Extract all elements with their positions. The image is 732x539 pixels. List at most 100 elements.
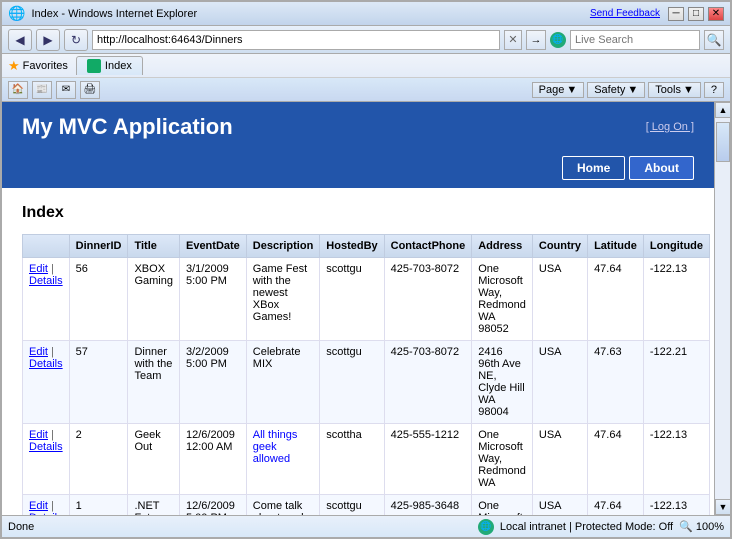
home-nav-button[interactable]: 🏠 <box>8 81 28 99</box>
scroll-down-button[interactable]: ▼ <box>715 499 730 515</box>
tools-menu-button[interactable]: Tools ▼ <box>648 82 701 98</box>
col-country: Country <box>532 235 587 258</box>
favorites-button[interactable]: ★ Favorites <box>8 58 68 74</box>
row-dinnerid: 2 <box>69 424 128 495</box>
table-row: Edit | Details 57 Dinner with the Team 3… <box>23 341 710 424</box>
safety-menu-button[interactable]: Safety ▼ <box>587 82 645 98</box>
edit-link[interactable]: Edit <box>29 346 48 358</box>
send-feedback-link[interactable]: Send Feedback <box>590 8 660 19</box>
table-row: Edit | Details 1 .NET Futures 12/6/2009 … <box>23 495 710 516</box>
minimize-button[interactable]: ─ <box>668 7 684 21</box>
search-button[interactable]: 🔍 <box>704 30 724 50</box>
zone-text: Local intranet | Protected Mode: Off <box>500 521 673 533</box>
row-description: Come talk about cool things coming with … <box>246 495 320 516</box>
app-title: My MVC Application <box>22 114 233 140</box>
forward-button[interactable]: ▶ <box>36 29 60 51</box>
scroll-track[interactable] <box>715 118 730 499</box>
refresh-button[interactable]: ↻ <box>64 29 88 51</box>
details-link[interactable]: Details <box>29 441 63 453</box>
index-content: Index DinnerID Title EventDate Descripti… <box>2 188 714 515</box>
page-header: My MVC Application [ Log On ] <box>2 102 714 152</box>
row-eventdate: 12/6/2009 12:00 AM <box>179 424 246 495</box>
separator: | <box>51 429 54 441</box>
row-latitude: 47.64 <box>588 495 644 516</box>
table-row: Edit | Details 2 Geek Out 12/6/2009 12:0… <box>23 424 710 495</box>
row-longitude: -122.21 <box>643 341 709 424</box>
toolbar: ◀ ▶ ↻ ✕ → 🌐 🔍 <box>2 26 730 54</box>
row-latitude: 47.64 <box>588 258 644 341</box>
col-contactphone: ContactPhone <box>384 235 472 258</box>
safety-label: Safety <box>594 84 625 96</box>
back-button[interactable]: ◀ <box>8 29 32 51</box>
details-link[interactable]: Details <box>29 358 63 370</box>
go-button[interactable]: → <box>526 30 546 50</box>
content-area: My MVC Application [ Log On ] Home About… <box>2 102 730 515</box>
row-address: One Microsoft Way, Redmond WA <box>472 424 533 495</box>
table-header-row: DinnerID Title EventDate Description Hos… <box>23 235 710 258</box>
row-actions: Edit | Details <box>23 341 70 424</box>
scroll-thumb[interactable] <box>716 122 730 162</box>
col-title: Title <box>128 235 180 258</box>
col-longitude: Longitude <box>643 235 709 258</box>
row-contactphone: 425-985-3648 <box>384 495 472 516</box>
about-button[interactable]: About <box>629 156 694 180</box>
col-latitude: Latitude <box>588 235 644 258</box>
main-content: My MVC Application [ Log On ] Home About… <box>2 102 714 515</box>
index-tab[interactable]: Index <box>76 56 143 75</box>
tools-label: Tools <box>655 84 681 96</box>
row-address: One Microsoft Way, Redmond WA 98052 <box>472 258 533 341</box>
title-bar: 🌐 Index - Windows Internet Explorer Send… <box>2 2 730 26</box>
separator: | <box>51 500 54 512</box>
edit-link[interactable]: Edit <box>29 429 48 441</box>
live-icon: 🌐 <box>550 32 566 48</box>
row-eventdate: 12/6/2009 5:00 PM <box>179 495 246 516</box>
row-eventdate: 3/1/2009 5:00 PM <box>179 258 246 341</box>
dinners-table: DinnerID Title EventDate Description Hos… <box>22 234 710 515</box>
stop-button[interactable]: ✕ <box>504 30 522 50</box>
restore-button[interactable]: □ <box>688 7 704 21</box>
row-title: .NET Futures <box>128 495 180 516</box>
row-hostedby: scottha <box>320 424 384 495</box>
log-on-link[interactable]: [ Log On ] <box>646 121 694 133</box>
edit-link[interactable]: Edit <box>29 500 48 512</box>
home-button[interactable]: Home <box>562 156 625 180</box>
col-address: Address <box>472 235 533 258</box>
close-button[interactable]: ✕ <box>708 7 724 21</box>
row-longitude: -122.13 <box>643 258 709 341</box>
row-country: USA <box>532 341 587 424</box>
favorites-label: Favorites <box>23 60 68 72</box>
row-longitude: -122.13 <box>643 424 709 495</box>
col-eventdate: EventDate <box>179 235 246 258</box>
separator: | <box>51 263 54 275</box>
separator: | <box>51 346 54 358</box>
row-latitude: 47.63 <box>588 341 644 424</box>
row-dinnerid: 57 <box>69 341 128 424</box>
row-hostedby: scottgu <box>320 495 384 516</box>
feeds-button[interactable]: 📰 <box>32 81 52 99</box>
window-title: Index - Windows Internet Explorer <box>31 8 197 20</box>
help-button[interactable]: ? <box>704 82 724 98</box>
zoom-text: 🔍 100% <box>679 520 724 533</box>
address-bar[interactable] <box>92 30 500 50</box>
row-title: Geek Out <box>128 424 180 495</box>
row-hostedby: scottgu <box>320 341 384 424</box>
vertical-scrollbar[interactable]: ▲ ▼ <box>714 102 730 515</box>
col-actions <box>23 235 70 258</box>
nav-bar: 🏠 📰 ✉ 🖨 Page ▼ Safety ▼ Tools ▼ ? <box>2 78 730 102</box>
safety-dropdown-icon: ▼ <box>627 84 638 96</box>
col-description: Description <box>246 235 320 258</box>
row-actions: Edit | Details <box>23 424 70 495</box>
print-button[interactable]: 🖨 <box>80 81 100 99</box>
globe-icon: 🌐 <box>478 519 494 535</box>
search-input[interactable] <box>570 30 700 50</box>
row-description: Celebrate MIX <box>246 341 320 424</box>
col-dinnerid: DinnerID <box>69 235 128 258</box>
mail-button[interactable]: ✉ <box>56 81 76 99</box>
tab-label: Index <box>105 60 132 72</box>
scroll-up-button[interactable]: ▲ <box>715 102 730 118</box>
star-icon: ★ <box>8 58 20 74</box>
edit-link[interactable]: Edit <box>29 263 48 275</box>
page-menu-button[interactable]: Page ▼ <box>532 82 585 98</box>
row-contactphone: 425-703-8072 <box>384 341 472 424</box>
details-link[interactable]: Details <box>29 275 63 287</box>
